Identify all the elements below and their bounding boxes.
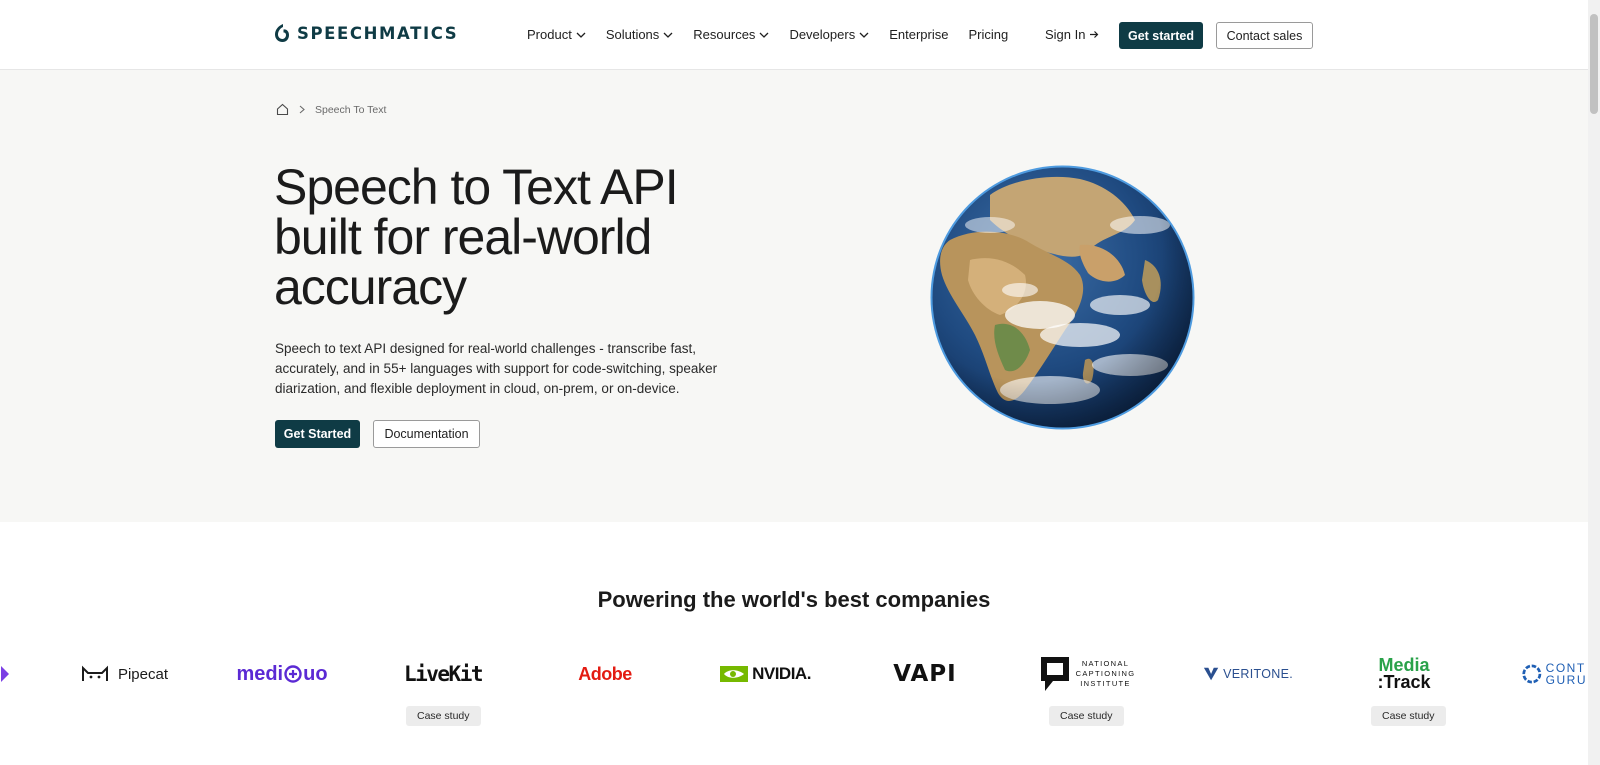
- mediatrack-case-study-badge[interactable]: Case study: [1371, 706, 1446, 726]
- livekit-wordmark: LiveKit: [403, 662, 484, 686]
- nav-pricing[interactable]: Pricing: [968, 27, 1008, 42]
- chevron-down-icon: [759, 32, 769, 38]
- pipecat-wordmark: Pipecat: [117, 665, 169, 683]
- hero-description: Speech to text API designed for real-wor…: [275, 341, 718, 396]
- breadcrumb: Speech To Text: [276, 103, 386, 116]
- nci-wordmark: NATIONAL CAPTIONING INSTITUTE: [1076, 659, 1136, 689]
- contact-sales-button[interactable]: Contact sales: [1216, 22, 1313, 49]
- chevron-down-icon: [576, 32, 586, 38]
- speechmatics-logo[interactable]: SPEECHMATICS: [274, 23, 458, 43]
- hero-title-line-1: Speech to Text API: [274, 159, 679, 215]
- sign-in-label: Sign In: [1045, 27, 1086, 42]
- site-header: SPEECHMATICS Product Solutions Resources…: [0, 0, 1588, 70]
- nav-product[interactable]: Product: [527, 27, 586, 42]
- partial-logo: [0, 650, 12, 698]
- nci-line-3: INSTITUTE: [1080, 679, 1131, 688]
- nav-developers[interactable]: Developers: [789, 27, 869, 42]
- speechmatics-mark-icon: [275, 24, 289, 42]
- adobe-wordmark: Adobe: [578, 663, 632, 684]
- vapi-wordmark: VAPI: [893, 661, 957, 687]
- nvidia-logo[interactable]: NVIDIA.: [718, 650, 813, 698]
- sign-in-link[interactable]: Sign In: [1045, 27, 1099, 42]
- partial-purple-logo-icon: [1, 666, 9, 682]
- home-icon[interactable]: [276, 103, 289, 116]
- mediquo-plus-icon: [284, 665, 302, 683]
- nci-line-1: NATIONAL: [1081, 659, 1130, 668]
- content-guru-wordmark: CONT GURU: [1546, 662, 1587, 686]
- nav-product-label: Product: [527, 27, 572, 42]
- nav-solutions-label: Solutions: [605, 27, 660, 42]
- companies-heading: Powering the world's best companies: [597, 587, 991, 612]
- content-guru-ring-icon: [1522, 664, 1542, 684]
- logo-wordmark: SPEECHMATICS: [297, 23, 459, 43]
- hero-title-line-2: built for real-world: [274, 209, 652, 265]
- chevron-right-icon: [299, 105, 305, 114]
- hero-section: Speech To Text Speech to Text API built …: [0, 70, 1588, 522]
- main-nav: Product Solutions Resources Developers E…: [527, 27, 1028, 42]
- content-guru-line-2: GURU: [1545, 673, 1587, 687]
- company-logos-carousel: Pipecat medi uo LiveKit Adobe NVIDIA. VA…: [0, 650, 1588, 698]
- mediquo-logo[interactable]: medi uo: [232, 650, 332, 698]
- nav-developers-label: Developers: [789, 27, 856, 42]
- nav-resources-label: Resources: [693, 27, 756, 42]
- pipecat-logo[interactable]: Pipecat: [76, 650, 172, 698]
- mediquo-wordmark-start: medi: [236, 662, 284, 685]
- national-captioning-institute-logo[interactable]: NATIONAL CAPTIONING INSTITUTE: [1038, 650, 1136, 698]
- pipecat-cat-icon: [81, 665, 108, 681]
- nci-case-study-badge[interactable]: Case study: [1049, 706, 1124, 726]
- nci-line-2: CAPTIONING: [1075, 669, 1136, 678]
- nvidia-wordmark: NVIDIA.: [752, 664, 811, 683]
- veritone-v-icon: [1203, 667, 1219, 681]
- mediatrack-line-2: :Track: [1377, 672, 1431, 692]
- nci-speech-bubble-icon: [1040, 657, 1069, 691]
- mediatrack-logo[interactable]: Media :Track: [1370, 650, 1438, 698]
- nav-enterprise[interactable]: Enterprise: [889, 27, 948, 42]
- veritone-logo[interactable]: VERITONE.: [1203, 650, 1293, 698]
- hero-title: Speech to Text API built for real-world …: [274, 162, 754, 312]
- content-guru-logo[interactable]: CONT GURU: [1521, 650, 1587, 698]
- livekit-logo[interactable]: LiveKit: [398, 650, 488, 698]
- chevron-down-icon: [663, 32, 673, 38]
- hero-get-started-button[interactable]: Get Started: [275, 420, 360, 448]
- scrollbar-thumb[interactable]: [1590, 14, 1598, 114]
- veritone-wordmark: VERITONE.: [1223, 667, 1293, 681]
- vapi-logo[interactable]: VAPI: [890, 650, 960, 698]
- arrow-right-icon: [1090, 31, 1099, 38]
- nvidia-eye-icon: [720, 666, 749, 682]
- hero-title-line-3: accuracy: [274, 259, 467, 315]
- adobe-logo[interactable]: Adobe: [574, 650, 636, 698]
- page-scrollbar[interactable]: [1588, 0, 1600, 765]
- earth-globe-image: [930, 165, 1195, 430]
- nav-solutions[interactable]: Solutions: [606, 27, 673, 42]
- documentation-button[interactable]: Documentation: [373, 420, 480, 448]
- chevron-down-icon: [859, 32, 869, 38]
- breadcrumb-current: Speech To Text: [315, 103, 387, 116]
- mediquo-wordmark-end: uo: [303, 662, 328, 685]
- header-get-started-button[interactable]: Get started: [1119, 22, 1203, 49]
- nav-resources[interactable]: Resources: [693, 27, 769, 42]
- livekit-case-study-badge[interactable]: Case study: [406, 706, 481, 726]
